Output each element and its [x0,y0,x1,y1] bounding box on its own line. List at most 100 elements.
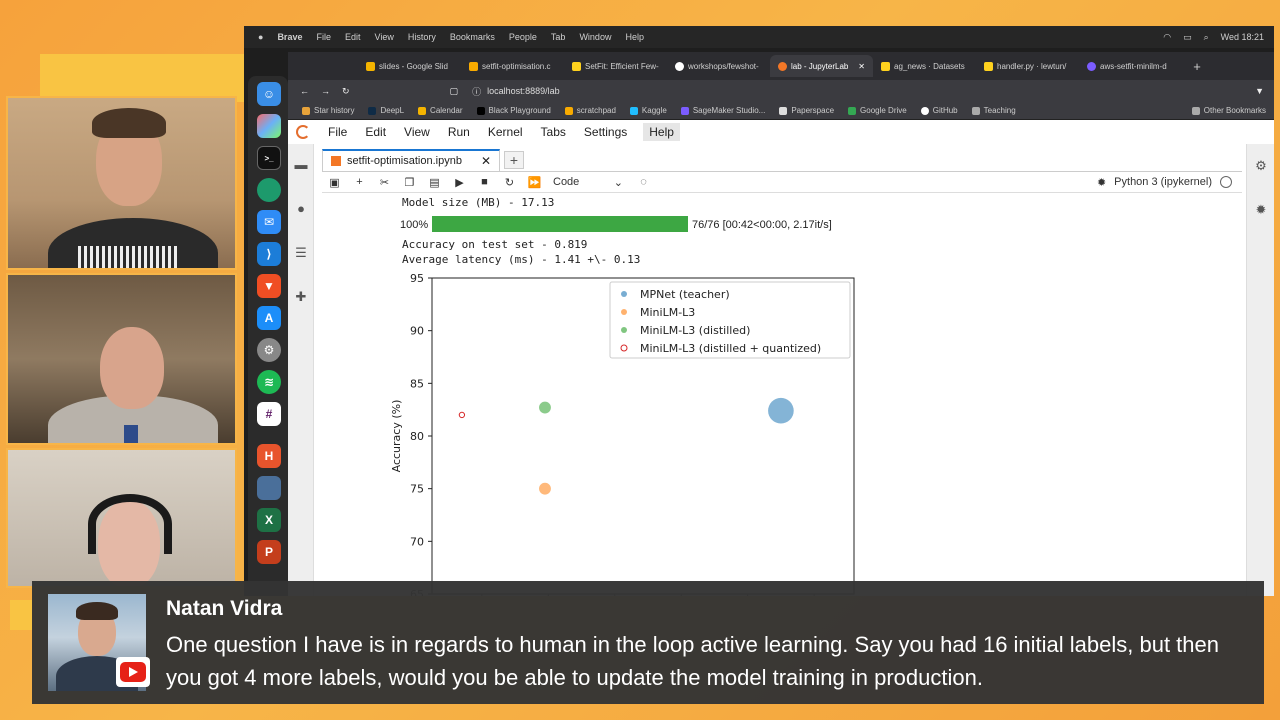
reload-icon[interactable]: ↻ [342,86,350,97]
property-inspector-icon[interactable]: ⚙ [1254,158,1268,173]
bookmark-star-history[interactable]: Star history [302,106,354,115]
debugger-icon[interactable]: ✹ [1254,202,1268,217]
y-tick-label: 75 [410,483,424,496]
kernel-indicator[interactable]: ✹ Python 3 (ipykernel) [1097,176,1232,189]
mail-icon[interactable]: ✉ [257,210,281,234]
insert-cell-icon[interactable]: + [347,176,372,188]
cell-type-select[interactable]: Code ⌄ [553,176,623,189]
address-bar[interactable]: ⓘ localhost:8889/lab [472,83,560,99]
cut-icon[interactable]: ✂ [372,176,397,189]
fast-forward-icon[interactable]: ⏩ [522,176,547,189]
jupyter-right-sidebar: ⚙ ✹ [1246,144,1274,596]
bookmark-black-playground[interactable]: Black Playground [476,106,551,115]
notebook-icon [331,156,341,166]
bookmark-teaching[interactable]: Teaching [971,106,1016,115]
bookmark-scratchpad[interactable]: scratchpad [564,106,616,115]
powerpoint-icon[interactable]: P [257,540,281,564]
jl-menu-file[interactable]: File [326,123,349,141]
jl-menu-tabs[interactable]: Tabs [539,123,568,141]
address-bar-row: ← → ↻ ▢ ⓘ localhost:8889/lab ▼ [288,80,1274,102]
finder-icon[interactable]: ☺ [257,82,281,106]
bookmark-calendar[interactable]: Calendar [418,106,463,115]
running-kernels-icon[interactable]: ● [294,202,308,216]
system-preferences-icon[interactable]: ⚙ [257,338,281,362]
app-store-icon[interactable]: A [257,306,281,330]
menu-edit[interactable]: Edit [345,32,361,42]
paste-icon[interactable]: ▤ [422,176,447,189]
new-tab-button[interactable]: + [1182,59,1212,74]
hugo-icon[interactable]: H [257,444,281,468]
menu-bookmarks[interactable]: Bookmarks [450,32,495,42]
jl-menu-kernel[interactable]: Kernel [486,123,525,141]
jl-menu-run[interactable]: Run [446,123,472,141]
progress-bar [432,216,688,232]
browser-tab-github[interactable]: workshops/fewshot- [667,55,770,77]
bookmark-icon[interactable]: ▢ [450,86,459,97]
spotify-icon[interactable]: ≋ [257,370,281,394]
brave-icon[interactable]: ▼ [257,274,281,298]
menu-file[interactable]: File [316,32,331,42]
menu-view[interactable]: View [375,32,394,42]
progress-percent: 100% [400,219,429,231]
jl-menu-view[interactable]: View [402,123,432,141]
browser-tab-colab[interactable]: setfit-optimisation.c [461,55,564,77]
notebook-tab[interactable]: setfit-optimisation.ipynb ✕ [322,149,500,171]
vscode-icon[interactable]: ⟩ [257,242,281,266]
copy-icon[interactable]: ❐ [397,176,422,189]
excel-icon[interactable]: X [257,508,281,532]
wifi-icon[interactable]: ◠ [1163,32,1171,43]
preview-icon[interactable] [257,476,281,500]
jl-menu-edit[interactable]: Edit [363,123,388,141]
browser-tab-handler[interactable]: handler.py · lewtun/ [976,55,1079,77]
browser-tab-setfit[interactable]: SetFit: Efficient Few- [564,55,667,77]
jl-menu-help[interactable]: Help [643,123,680,141]
back-icon[interactable]: ← [300,86,309,96]
notebook-toolbar: ▣ + ✂ ❐ ▤ ▶ ■ ↻ ⏩ Code ⌄ ◌ ✹ Python 3 (ip… [322,171,1242,193]
bookmark-paperspace[interactable]: Paperspace [779,106,834,115]
bookmark-google-drive[interactable]: Google Drive [848,106,907,115]
forward-icon[interactable]: → [321,86,330,96]
search-icon[interactable]: ⌕ [1204,32,1209,43]
github-icon [675,61,684,71]
stop-icon[interactable]: ■ [472,176,497,188]
bookmark-sagemaker[interactable]: SageMaker Studio... [680,106,765,115]
background-accent [40,54,260,102]
table-of-contents-icon[interactable]: ☰ [294,246,308,260]
browser-tab-jupyterlab[interactable]: lab - JupyterLab ✕ [770,55,873,77]
menu-app-name[interactable]: Brave [277,32,302,42]
jl-menu-settings[interactable]: Settings [582,123,629,141]
folder-icon[interactable]: ▬ [294,158,308,172]
run-icon[interactable]: ▶ [447,176,472,189]
terminal-icon[interactable]: >_ [257,146,281,170]
bookmark-kaggle[interactable]: Kaggle [629,106,667,115]
close-icon[interactable]: ✕ [481,154,491,168]
new-launcher-button[interactable]: + [504,151,524,169]
bookmark-deepl[interactable]: DeepL [368,106,404,115]
y-tick-label: 70 [410,535,424,548]
apple-icon[interactable]: ● [258,32,263,42]
launchpad-icon[interactable] [257,114,281,138]
menu-tab[interactable]: Tab [551,32,566,42]
extensions-icon[interactable]: ✚ [294,290,308,304]
menu-people[interactable]: People [509,32,537,42]
slack-icon[interactable]: # [257,402,281,426]
bookmark-other[interactable]: Other Bookmarks [1191,106,1266,115]
browser-tab-agnews[interactable]: ag_news · Datasets [873,55,976,77]
restart-icon[interactable]: ↻ [497,176,522,189]
bookmark-github[interactable]: GitHub [920,106,958,115]
browser-tab-aws[interactable]: aws-setfit-minilm-d [1079,55,1182,77]
browser-tab-slides[interactable]: slides - Google Slid [358,55,461,77]
github-desktop-icon[interactable] [257,178,281,202]
data-point-0 [768,397,794,424]
menu-history[interactable]: History [408,32,436,42]
jupyter-icon [778,61,787,71]
menu-help[interactable]: Help [625,32,644,42]
save-icon[interactable]: ▣ [322,176,347,189]
git-icon[interactable]: ◌ [631,176,656,188]
bug-icon[interactable]: ✹ [1097,176,1106,189]
battery-icon[interactable]: ▭ [1183,32,1192,43]
menu-window[interactable]: Window [579,32,611,42]
close-icon[interactable]: ✕ [858,62,865,71]
brave-shield-icon[interactable]: ▼ [1255,86,1264,96]
menubar-clock[interactable]: Wed 18:21 [1221,32,1264,42]
